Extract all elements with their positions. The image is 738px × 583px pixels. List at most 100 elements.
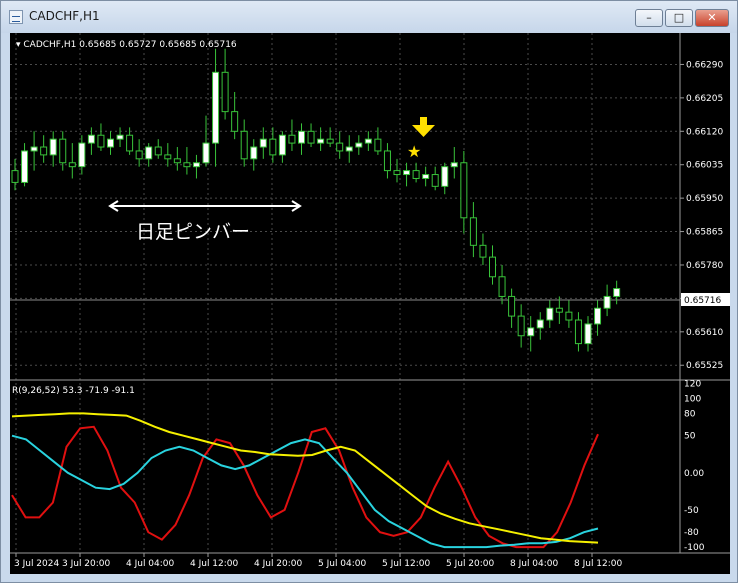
pinbar-annotation: 日足ピンバー: [136, 221, 250, 243]
candle-body: [173, 158, 181, 164]
candle-body: [135, 150, 143, 160]
oscillator-label: 100: [684, 395, 701, 405]
candle-body: [441, 166, 449, 187]
chart-svg[interactable]: 0.66290 0.66205 0.66120 0.66035 0.65950 0.658…: [10, 33, 730, 574]
time-scale[interactable]: 3 Jul 2024 3 Jul 20:00 4 Jul 04:00 4 Jul 12…: [14, 553, 623, 569]
oscillator-label: -50: [684, 506, 699, 516]
time-label: 3 Jul 2024: [14, 559, 59, 569]
candle-body: [469, 217, 477, 246]
candle-body: [307, 130, 315, 144]
candle-body: [192, 162, 200, 168]
candle-body: [30, 146, 38, 152]
candle-body: [317, 138, 325, 144]
candle-body: [288, 134, 296, 144]
oscillator-label: -80: [684, 528, 699, 538]
candle-body: [116, 134, 124, 140]
candle-body: [97, 134, 105, 148]
candles-layer: [11, 48, 621, 352]
time-label: 5 Jul 20:00: [446, 559, 495, 569]
candle-body: [403, 170, 411, 176]
candle-body: [431, 174, 439, 187]
candle-body: [240, 130, 248, 160]
time-label: 5 Jul 12:00: [382, 559, 431, 569]
chart-area[interactable]: 0.66290 0.66205 0.66120 0.66035 0.65950 0.658…: [10, 33, 730, 574]
price-label: 0.65610: [686, 328, 723, 338]
candle-body: [536, 319, 544, 329]
oscillator-label: 80: [684, 409, 696, 419]
candle-body: [183, 162, 191, 168]
candle-body: [164, 154, 172, 160]
candle-body: [145, 146, 153, 160]
candle-body: [202, 142, 210, 164]
candle-body: [355, 142, 363, 148]
price-label: 0.66205: [686, 94, 723, 104]
time-label: 8 Jul 04:00: [510, 559, 559, 569]
candle-body: [107, 138, 114, 148]
candle-body: [231, 111, 239, 132]
candle-body: [78, 142, 86, 168]
candle-body: [574, 319, 582, 345]
oscillator-label: 50: [684, 432, 696, 442]
window-title: CADCHF,H1: [29, 9, 100, 23]
time-label: 4 Jul 04:00: [126, 559, 175, 569]
oscillator-scale[interactable]: 120 100 80 50 0.00 -50 -80 -100: [684, 380, 705, 553]
title-bar[interactable]: CADCHF,H1 – □ ✕: [1, 1, 737, 33]
candle-body: [336, 142, 344, 152]
price-label: 0.66120: [686, 127, 723, 137]
grid-lines: [10, 33, 680, 553]
price-label: 0.66290: [686, 60, 723, 70]
candle-body: [259, 138, 267, 148]
candle-body: [154, 146, 162, 156]
price-label: 0.65865: [686, 228, 723, 238]
price-label: 0.65780: [686, 261, 723, 271]
candle-body: [422, 174, 430, 179]
minimize-button[interactable]: –: [635, 9, 663, 27]
chart-window-icon: [9, 10, 23, 24]
maximize-button[interactable]: □: [665, 9, 693, 27]
candle-body: [21, 150, 29, 183]
candle-body: [278, 134, 286, 156]
candle-body: [489, 256, 496, 278]
oscillator-line-9: [11, 425, 599, 549]
time-label: 8 Jul 12:00: [574, 559, 623, 569]
candle-body: [546, 307, 554, 321]
chart-window: CADCHF,H1 – □ ✕ 0.66290 0.66205 0.66120 0.6…: [0, 0, 738, 583]
oscillator-header: R(9,26,52) 53.3 -71.9 -91.1: [12, 386, 135, 396]
candle-body: [40, 146, 48, 156]
candle-body: [479, 244, 487, 258]
candle-body: [393, 170, 401, 176]
close-button[interactable]: ✕: [695, 9, 729, 27]
candle-body: [383, 150, 391, 172]
candle-body: [87, 134, 95, 144]
candle-body: [250, 146, 258, 160]
candle-body: [345, 146, 353, 152]
price-label: 0.65950: [686, 194, 723, 204]
candle-body: [527, 327, 535, 337]
candle-body: [364, 138, 372, 144]
candle-body: [584, 323, 592, 345]
oscillator-label: -100: [684, 543, 705, 553]
candle-body: [508, 295, 516, 317]
candle-body: [613, 288, 621, 297]
candle-body: [298, 130, 305, 144]
price-scale[interactable]: 0.66290 0.66205 0.66120 0.66035 0.65950 0.658…: [680, 60, 723, 371]
candle-body: [68, 162, 76, 168]
candle-body: [326, 138, 334, 144]
time-label: 5 Jul 04:00: [318, 559, 367, 569]
time-label: 3 Jul 20:00: [62, 559, 111, 569]
time-label: 4 Jul 20:00: [254, 559, 303, 569]
time-label: 4 Jul 12:00: [190, 559, 239, 569]
chart-header: ▾ CADCHF,H1 0.65685 0.65727 0.65685 0.65…: [16, 40, 237, 50]
candle-body: [412, 170, 420, 179]
current-price-label: 0.65716: [684, 296, 721, 306]
oscillator-line-52: [11, 412, 599, 544]
candle-body: [374, 138, 382, 152]
oscillator-layer: [11, 412, 599, 549]
candle-body: [498, 276, 506, 297]
candle-body: [517, 315, 525, 337]
oscillator-label: 120: [684, 380, 701, 390]
oscillator-label: 0.00: [684, 469, 704, 479]
price-label: 0.65525: [686, 361, 723, 371]
candle-body: [49, 138, 57, 156]
candle-body: [221, 71, 229, 113]
